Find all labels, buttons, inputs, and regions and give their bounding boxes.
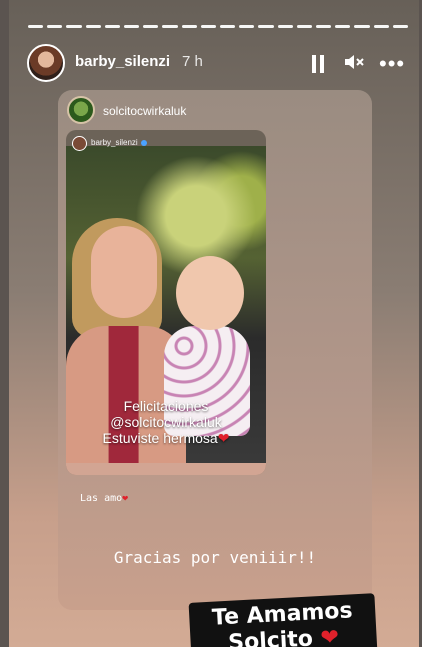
progress-segment (277, 25, 293, 28)
story-header: barby_silenzi 7 h ••• (27, 44, 404, 82)
repost-username[interactable]: solcitocwirkaluk (103, 104, 186, 118)
story-username[interactable]: barby_silenzi (75, 53, 170, 70)
more-icon[interactable]: ••• (379, 53, 404, 75)
progress-segment (239, 25, 255, 28)
reposted-photo-frame: barby_silenzi Felicitaciones @solcitocwi… (66, 130, 266, 475)
progress-segment (392, 25, 409, 28)
avatar[interactable] (27, 44, 65, 82)
heart-icon: ❤ (217, 430, 230, 446)
progress-segment (47, 25, 63, 28)
story-progress-bar (28, 25, 409, 28)
story-viewer[interactable]: barby_silenzi 7 h ••• solcitocwirkaluk b… (9, 0, 419, 647)
reposted-story-card[interactable]: solcitocwirkaluk barby_silenzi Felicitac… (58, 90, 372, 610)
photo-footer (66, 463, 266, 475)
progress-segment (316, 25, 332, 28)
mini-username: barby_silenzi (91, 138, 147, 147)
progress-segment (66, 25, 82, 28)
photo-caption-line3: Estuviste hermosa❤ (102, 430, 230, 446)
caption-small: Las amo❤ (80, 493, 129, 504)
progress-segment (85, 25, 101, 28)
photo-caption: Felicitaciones @solcitocwirkaluk Estuvis… (66, 398, 266, 446)
progress-segment (200, 25, 217, 28)
progress-segment (296, 25, 313, 28)
mini-avatar (72, 136, 87, 151)
progress-segment (258, 25, 274, 28)
progress-segment (162, 25, 178, 28)
photo-baby-head (176, 256, 244, 330)
story-time: 7 h (182, 53, 203, 70)
progress-segment (335, 25, 351, 28)
photo-caption-line2: @solcitocwirkaluk (110, 414, 222, 430)
photo-woman-face (91, 226, 157, 318)
verified-badge-icon (140, 139, 147, 146)
progress-segment (354, 25, 370, 28)
progress-segment (373, 25, 389, 28)
progress-segment (28, 25, 44, 28)
repost-avatar[interactable] (67, 96, 95, 124)
progress-segment (181, 25, 197, 28)
thanks-caption: Gracias por veniiir!! (113, 548, 317, 567)
photo-caption-line1: Felicitaciones (123, 398, 209, 414)
heart-icon: ❤ (122, 493, 129, 504)
pause-icon[interactable] (307, 55, 329, 73)
story-controls: ••• (307, 52, 404, 76)
progress-segment (220, 25, 236, 28)
speaker-muted-icon[interactable] (343, 52, 365, 76)
progress-segment (143, 25, 159, 28)
progress-segment (104, 25, 121, 28)
progress-segment (124, 25, 140, 28)
text-sticker: Te Amamos Solcito ❤ (188, 593, 378, 647)
heart-icon: ❤ (319, 625, 340, 647)
